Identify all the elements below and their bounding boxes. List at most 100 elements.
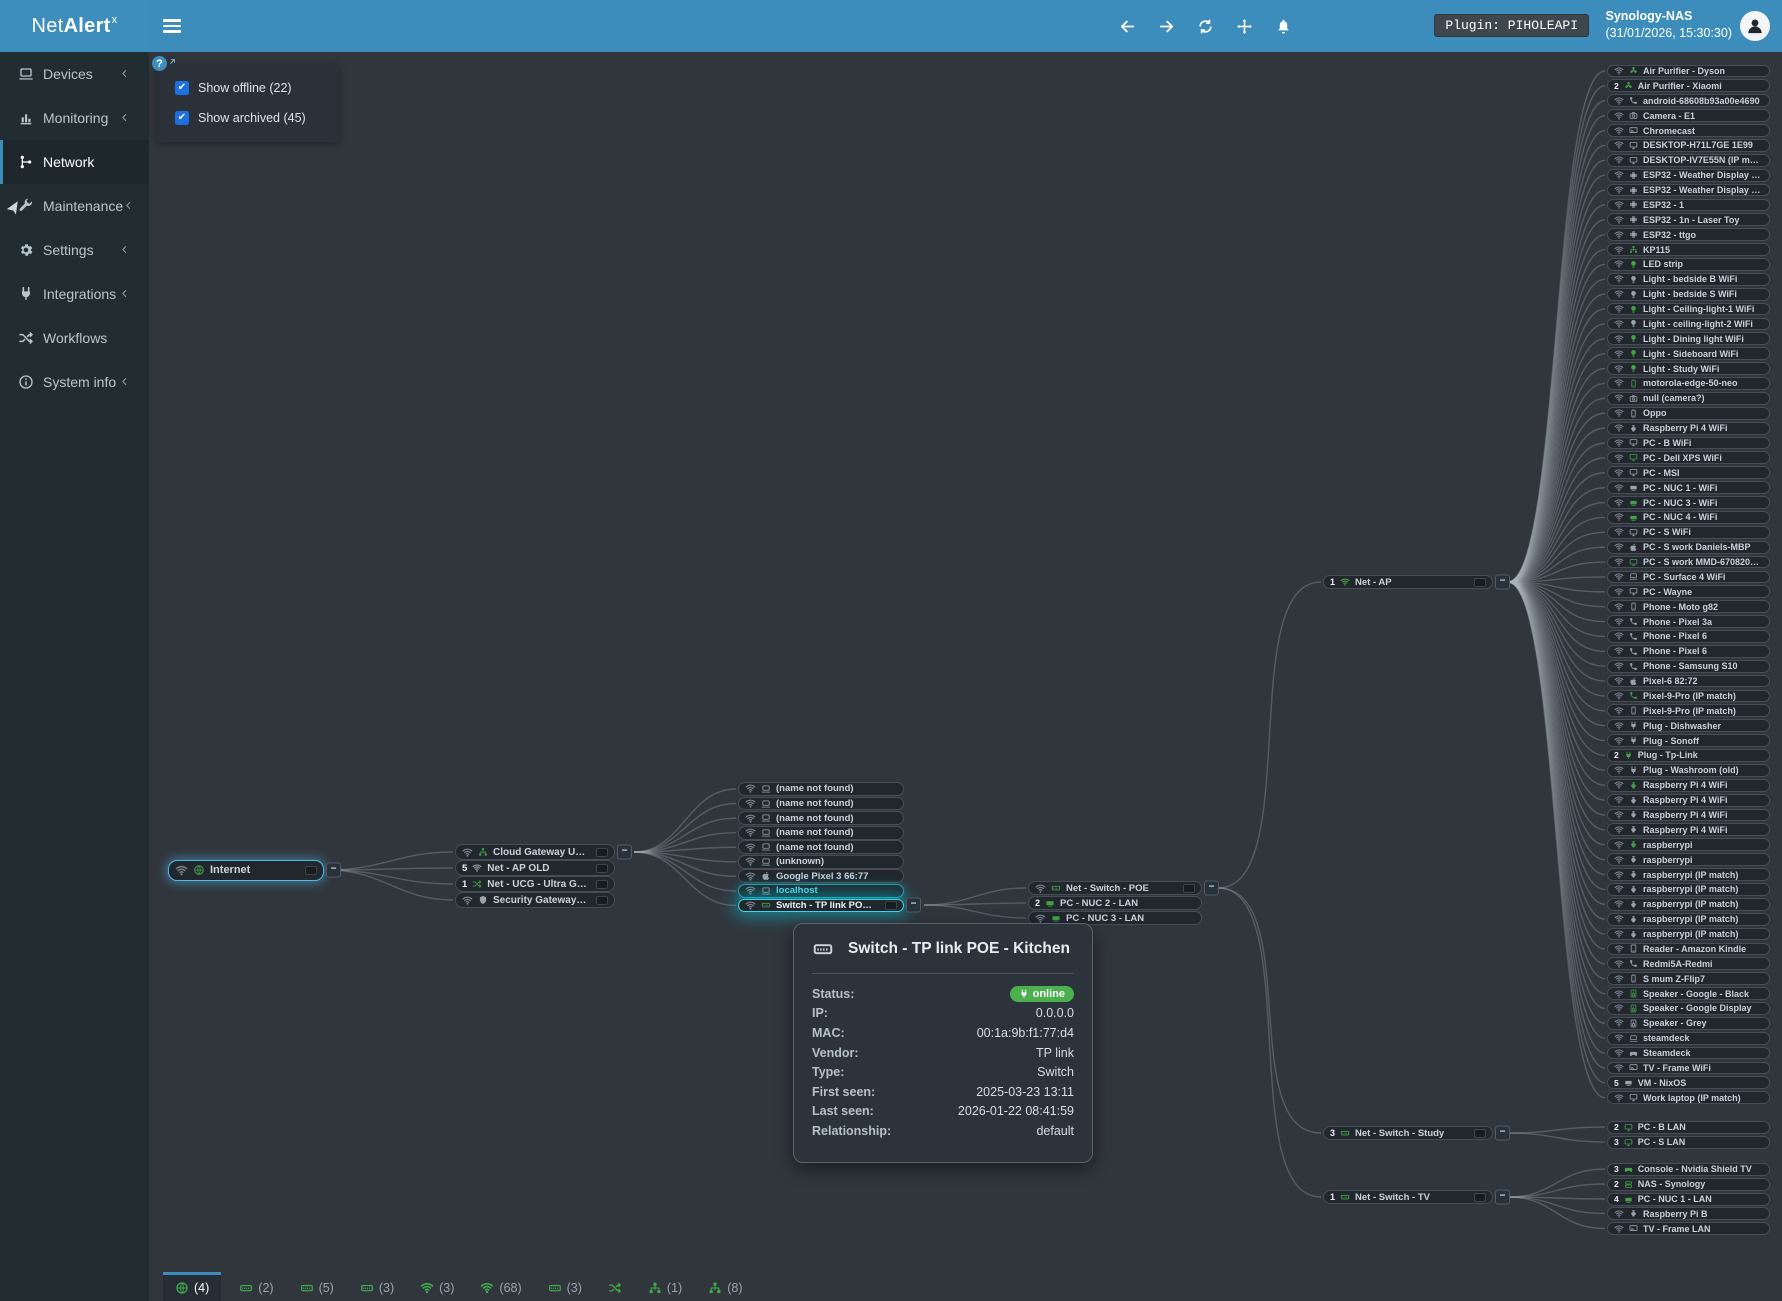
graph-node-light-dining-light-wifi[interactable]: Light - Dining light WiFi xyxy=(1607,332,1770,345)
graph-node-desktop-iv7e55n-ip-match[interactable]: DESKTOP-IV7E55N (IP match) xyxy=(1607,154,1770,167)
sidebar-item-devices[interactable]: Devices xyxy=(0,52,149,96)
subnet-tab-9[interactable]: (1) xyxy=(640,1272,690,1301)
graph-node-work-laptop-ip-match[interactable]: Work laptop (IP match) xyxy=(1607,1091,1770,1104)
graph-node-led-strip[interactable]: LED strip xyxy=(1607,258,1770,271)
subnet-tab-1[interactable]: (4) xyxy=(163,1272,221,1301)
help-control[interactable]: ? xyxy=(152,56,177,71)
graph-node-pc-b-lan[interactable]: 2PC - B LAN xyxy=(1607,1121,1770,1134)
graph-node-raspberrypi[interactable]: raspberrypi xyxy=(1607,853,1770,866)
graph-node-tv-frame-wifi[interactable]: TV - Frame WiFi xyxy=(1607,1062,1770,1075)
graph-node-phone-pixel-6[interactable]: Phone - Pixel 6 xyxy=(1607,645,1770,658)
graph-node-raspberrypi-ip-match[interactable]: raspberrypi (IP match) xyxy=(1607,913,1770,926)
graph-node-net-ucg-ultra-gateway[interactable]: 1Net - UCG - Ultra Gateway xyxy=(455,876,615,892)
graph-node-plug-sonoff[interactable]: Plug - Sonoff xyxy=(1607,734,1770,747)
sidebar-item-monitoring[interactable]: Monitoring xyxy=(0,96,149,140)
graph-node-light-study-wifi[interactable]: Light - Study WiFi xyxy=(1607,362,1770,375)
graph-node-light-ceiling-light-1-wifi[interactable]: Light - Ceiling-light-1 WiFi xyxy=(1607,303,1770,316)
graph-node-raspberry-pi-4-wifi[interactable]: Raspberry Pi 4 WiFi xyxy=(1607,809,1770,822)
graph-node-raspberry-pi-4-wifi[interactable]: Raspberry Pi 4 WiFi xyxy=(1607,823,1770,836)
graph-node-cloud-gateway-ultra[interactable]: Cloud Gateway Ultra− xyxy=(455,844,615,860)
graph-node-pc-nuc-1-wifi[interactable]: PC - NUC 1 - WiFi xyxy=(1607,481,1770,494)
graph-node-air-purifier-dyson[interactable]: Air Purifier - Dyson xyxy=(1607,65,1770,78)
graph-node-steamdeck[interactable]: steamdeck xyxy=(1607,1032,1770,1045)
graph-node-chromecast[interactable]: Chromecast xyxy=(1607,124,1770,137)
app-logo[interactable]: NetAlertx xyxy=(0,0,149,52)
sidebar-item-settings[interactable]: Settings xyxy=(0,228,149,272)
help-icon[interactable]: ? xyxy=(152,56,167,71)
graph-node-nas-synology[interactable]: 2NAS - Synology xyxy=(1607,1178,1770,1191)
graph-node-internet[interactable]: Internet− xyxy=(168,860,324,881)
graph-node-raspberrypi-ip-match[interactable]: raspberrypi (IP match) xyxy=(1607,868,1770,881)
sidebar-item-system-info[interactable]: System info xyxy=(0,360,149,404)
graph-node-net-switch-study[interactable]: 3Net - Switch - Study− xyxy=(1323,1126,1493,1140)
graph-node-security-gateway-usg[interactable]: Security Gateway - USG xyxy=(455,892,615,908)
graph-node-plug-tp-link[interactable]: 2Plug - Tp-Link xyxy=(1607,749,1770,762)
graph-node-light-bedside-s-wifi[interactable]: Light - bedside S WiFi xyxy=(1607,288,1770,301)
graph-node-plug-washroom-old[interactable]: Plug - Washroom (old) xyxy=(1607,764,1770,777)
graph-node-steamdeck[interactable]: Steamdeck xyxy=(1607,1047,1770,1060)
collapse-button[interactable]: − xyxy=(326,863,341,878)
graph-node-net-ap[interactable]: 1Net - AP− xyxy=(1323,575,1493,589)
subnet-tab-2[interactable]: (2) xyxy=(231,1272,281,1301)
sidebar-item-integrations[interactable]: Integrations xyxy=(0,272,149,316)
refresh-icon[interactable] xyxy=(1197,18,1214,35)
graph-node-oppo[interactable]: Oppo xyxy=(1607,407,1770,420)
move-icon[interactable] xyxy=(1236,18,1253,35)
graph-node-air-purifier-xiaomi[interactable]: 2Air Purifier - Xiaomi xyxy=(1607,79,1770,92)
graph-node-pixel-9-pro-ip-match[interactable]: Pixel-9-Pro (IP match) xyxy=(1607,704,1770,717)
graph-node-net-switch-poe[interactable]: Net - Switch - POE− xyxy=(1028,881,1202,895)
graph-node-light-sideboard-wifi[interactable]: Light - Sideboard WiFi xyxy=(1607,347,1770,360)
graph-node-name-not-found[interactable]: (name not found) xyxy=(738,826,904,840)
graph-node-pc-nuc-3-wifi[interactable]: PC - NUC 3 - WiFi xyxy=(1607,496,1770,509)
graph-node-redmi5a-redmi[interactable]: Redmi5A-Redmi xyxy=(1607,957,1770,970)
graph-node-reader-amazon-kindle[interactable]: Reader - Amazon Kindle xyxy=(1607,943,1770,956)
graph-node-unknown[interactable]: (unknown) xyxy=(738,855,904,869)
graph-node-name-not-found[interactable]: (name not found) xyxy=(738,797,904,811)
collapse-button[interactable]: − xyxy=(1495,1126,1510,1141)
graph-node-esp32-ttgo[interactable]: ESP32 - ttgo xyxy=(1607,228,1770,241)
graph-node-phone-samsung-s10[interactable]: Phone - Samsung S10 xyxy=(1607,660,1770,673)
graph-node-pc-surface-4-wifi[interactable]: PC - Surface 4 WiFi xyxy=(1607,571,1770,584)
graph-node-google-pixel-3-66-77[interactable]: Google Pixel 3 66:77 xyxy=(738,869,904,883)
graph-node-raspberrypi-ip-match[interactable]: raspberrypi (IP match) xyxy=(1607,883,1770,896)
graph-node-console-nvidia-shield-tv[interactable]: 3Console - Nvidia Shield TV xyxy=(1607,1163,1770,1176)
graph-node-phone-pixel-3a[interactable]: Phone - Pixel 3a xyxy=(1607,615,1770,628)
subnet-tab-6[interactable]: (68) xyxy=(472,1272,529,1301)
graph-node-pc-s-work-daniels-mbp[interactable]: PC - S work Daniels-MBP xyxy=(1607,541,1770,554)
graph-node-name-not-found[interactable]: (name not found) xyxy=(738,782,904,796)
graph-node-kp115[interactable]: KP115 xyxy=(1607,243,1770,256)
graph-node-net-switch-tv[interactable]: 1Net - Switch - TV− xyxy=(1323,1190,1493,1204)
graph-node-pc-s-work-mmd-67082015[interactable]: PC - S work MMD-67082015… xyxy=(1607,556,1770,569)
subnet-tab-8[interactable] xyxy=(600,1272,630,1301)
graph-node-light-bedside-b-wifi[interactable]: Light - bedside B WiFi xyxy=(1607,273,1770,286)
graph-node-raspberrypi-ip-match[interactable]: raspberrypi (IP match) xyxy=(1607,928,1770,941)
graph-node-raspberry-pi-b[interactable]: Raspberry Pi B xyxy=(1607,1207,1770,1220)
hamburger-menu-icon[interactable] xyxy=(163,16,181,34)
subnet-tab-4[interactable]: (3) xyxy=(352,1272,402,1301)
graph-node-phone-moto-g82[interactable]: Phone - Moto g82 xyxy=(1607,600,1770,613)
graph-node-raspberry-pi-4-wifi[interactable]: Raspberry Pi 4 WiFi xyxy=(1607,779,1770,792)
graph-node-pixel-6-82-72[interactable]: Pixel-6 82:72 xyxy=(1607,675,1770,688)
checkbox[interactable]: ✔ xyxy=(175,81,189,95)
graph-node-pc-wayne[interactable]: PC - Wayne xyxy=(1607,585,1770,598)
graph-node-pc-nuc-1-lan[interactable]: 4PC - NUC 1 - LAN xyxy=(1607,1193,1770,1206)
graph-node-pc-s-lan[interactable]: 3PC - S LAN xyxy=(1607,1136,1770,1149)
graph-node-raspberry-pi-4-wifi[interactable]: Raspberry Pi 4 WiFi xyxy=(1607,794,1770,807)
subnet-tab-3[interactable]: (5) xyxy=(292,1272,342,1301)
subnet-tab-10[interactable]: (8) xyxy=(700,1272,750,1301)
graph-node-pc-dell-xps-wifi[interactable]: PC - Dell XPS WiFi xyxy=(1607,451,1770,464)
graph-node-pc-s-wifi[interactable]: PC - S WiFi xyxy=(1607,526,1770,539)
graph-node-switch-tp-link-poe-kitchen[interactable]: Switch - TP link POE - Kitchen− xyxy=(738,899,904,913)
collapse-button[interactable]: − xyxy=(617,845,632,860)
graph-node-desktop-h71l7ge-1e99[interactable]: DESKTOP-H71L7GE 1E99 xyxy=(1607,139,1770,152)
graph-node-null-camera[interactable]: null (camera?) xyxy=(1607,392,1770,405)
bell-icon[interactable] xyxy=(1275,18,1292,35)
collapse-button[interactable]: − xyxy=(1495,575,1510,590)
graph-node-name-not-found[interactable]: (name not found) xyxy=(738,811,904,825)
sidebar-item-workflows[interactable]: Workflows xyxy=(0,316,149,360)
sidebar-item-network[interactable]: Network xyxy=(0,140,149,184)
sidebar-item-maintenance[interactable]: Maintenance xyxy=(0,184,149,228)
back-icon[interactable] xyxy=(1119,18,1136,35)
graph-node-net-ap-old[interactable]: 5Net - AP OLD xyxy=(455,860,615,876)
collapse-button[interactable]: − xyxy=(1495,1190,1510,1205)
